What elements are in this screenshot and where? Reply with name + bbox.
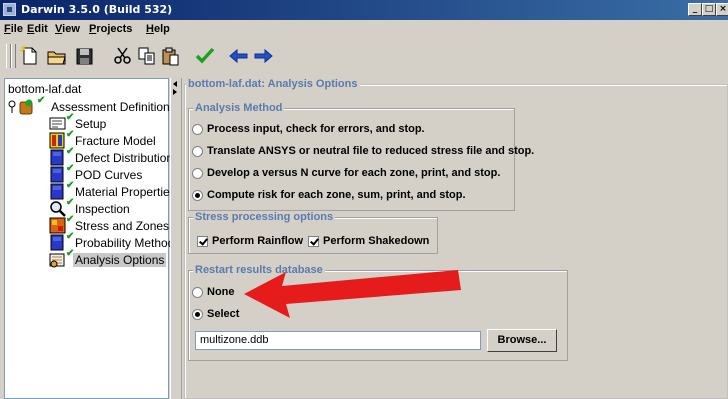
option-process-input-label[interactable]: Process input, check for errors, and sto…: [207, 123, 425, 135]
status-check-icon: ✔: [37, 95, 46, 106]
stress-zones-icon: [49, 217, 66, 234]
shakedown-checkbox[interactable]: [308, 236, 319, 247]
minimize-button[interactable]: _: [688, 3, 702, 16]
menu-view[interactable]: View: [55, 23, 80, 35]
status-check-icon: ✔: [66, 180, 75, 191]
option-none-label[interactable]: None: [207, 286, 235, 298]
title-bar[interactable]: Darwin 3.5.0 (Build 532) _ □ ×: [0, 0, 728, 20]
rainflow-label[interactable]: Perform Rainflow: [212, 235, 303, 247]
analysis-method-title: Analysis Method: [193, 102, 285, 114]
status-check-icon: ✔: [66, 129, 75, 140]
tree-item-label: Probability Method: [75, 236, 175, 250]
analysis-options-icon: [49, 253, 65, 268]
probability-method-icon: [50, 234, 64, 251]
check-icon[interactable]: [194, 46, 216, 66]
expand-right-icon[interactable]: [173, 89, 177, 95]
toolbar: [0, 38, 728, 74]
tree-item-label: POD Curves: [75, 168, 143, 182]
save-icon[interactable]: [74, 46, 96, 66]
panel-splitter[interactable]: [170, 78, 182, 399]
rainflow-checkbox[interactable]: [197, 236, 208, 247]
menu-help[interactable]: Help: [146, 23, 170, 35]
stress-processing-title: Stress processing options: [193, 211, 336, 223]
tree-item-label: Inspection: [75, 202, 130, 216]
toolbar-grip[interactable]: [11, 44, 16, 68]
status-check-icon: ✔: [66, 112, 75, 123]
radio-process-input[interactable]: [192, 124, 203, 135]
menu-bar: File Edit View Projects Help: [0, 20, 728, 38]
back-arrow-icon[interactable]: [228, 46, 250, 66]
app-icon: [3, 3, 16, 16]
material-properties-icon: [50, 183, 64, 200]
radio-compute-risk[interactable]: [192, 190, 203, 201]
new-file-icon[interactable]: [18, 46, 40, 66]
application-window: Darwin 3.5.0 (Build 532) _ □ × File Edit…: [0, 0, 728, 399]
option-compute-risk-label[interactable]: Compute risk for each zone, sum, print, …: [207, 189, 466, 201]
pod-curves-icon: [50, 166, 64, 183]
status-check-icon: ✔: [66, 197, 75, 208]
radio-develop-curve[interactable]: [192, 168, 203, 179]
maximize-button[interactable]: □: [702, 3, 716, 16]
close-button[interactable]: ×: [716, 3, 728, 16]
tree-root-label[interactable]: bottom-laf.dat: [8, 82, 81, 96]
inspection-icon: [50, 201, 66, 217]
open-folder-icon[interactable]: [46, 46, 68, 66]
database-file-input[interactable]: multizone.ddb: [195, 331, 481, 350]
panel-title: bottom-laf.dat: Analysis Options: [186, 78, 360, 90]
forward-arrow-icon[interactable]: [252, 46, 274, 66]
tree-item-label: Setup: [75, 117, 107, 131]
defect-distribution-icon: [50, 149, 64, 166]
copy-icon[interactable]: [136, 46, 158, 66]
collapse-left-icon[interactable]: [173, 81, 177, 87]
radio-select[interactable]: [192, 309, 203, 320]
fracture-model-icon: [49, 132, 65, 149]
cut-icon[interactable]: [112, 46, 134, 66]
browse-button[interactable]: Browse...: [487, 329, 557, 352]
annotation-arrow-icon: [244, 270, 461, 318]
status-check-icon: ✔: [66, 214, 75, 225]
status-check-icon: ✔: [66, 231, 75, 242]
analysis-options-panel: bottom-laf.dat: Analysis Options Analysi…: [184, 78, 728, 399]
status-check-icon: ✔: [66, 146, 75, 157]
tree-item-label: Defect Distribution: [75, 151, 174, 165]
option-select-label[interactable]: Select: [207, 308, 239, 320]
tree-item-label: Fracture Model: [75, 134, 156, 148]
option-translate-ansys-label[interactable]: Translate ANSYS or neutral file to reduc…: [207, 145, 534, 157]
menu-projects[interactable]: Projects: [89, 23, 132, 35]
radio-translate-ansys[interactable]: [192, 146, 203, 157]
status-check-icon: ✔: [66, 163, 75, 174]
setup-icon: [49, 117, 66, 130]
shakedown-label[interactable]: Perform Shakedown: [323, 235, 429, 247]
window-title: Darwin 3.5.0 (Build 532): [21, 3, 173, 16]
project-tree[interactable]: bottom-laf.dat ✔ Assessment Definition ✔…: [4, 78, 176, 399]
tree-item-label: Analysis Options: [73, 253, 167, 267]
menu-edit[interactable]: Edit: [27, 23, 48, 35]
paste-icon[interactable]: [160, 46, 182, 66]
tree-item-label: Stress and Zones: [75, 219, 170, 233]
option-develop-curve-label[interactable]: Develop a versus N curve for each zone, …: [207, 167, 500, 179]
menu-file[interactable]: File: [4, 23, 23, 35]
tree-item-label: Material Properties: [75, 185, 176, 199]
radio-none[interactable]: [192, 287, 203, 298]
